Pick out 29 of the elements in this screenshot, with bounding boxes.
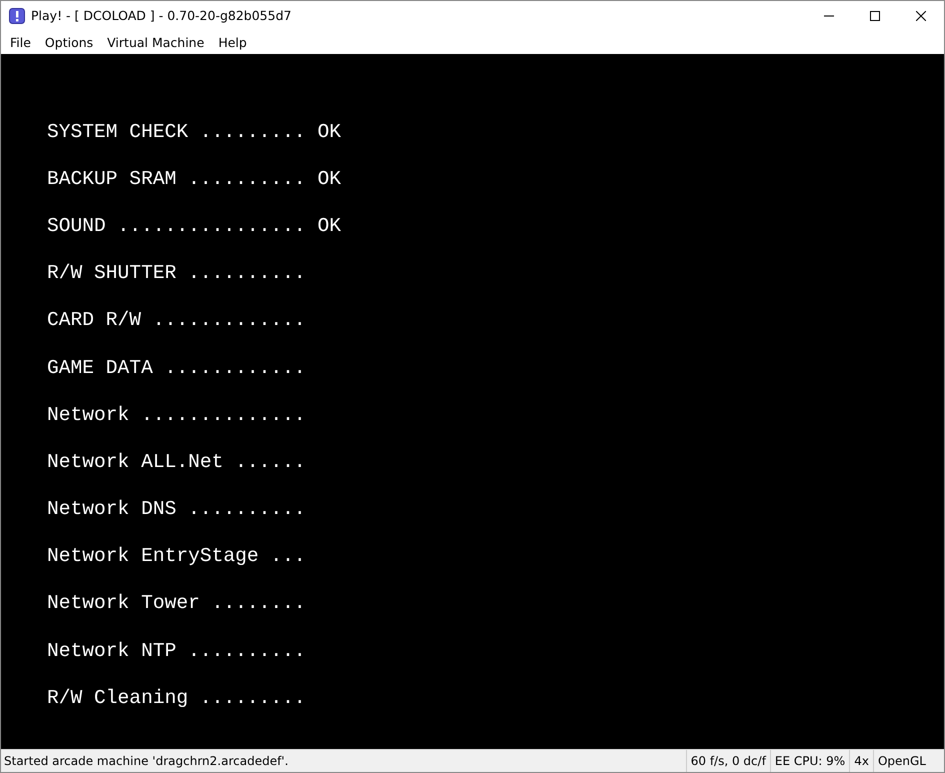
window-title: Play! - [ DCOLOAD ] - 0.70-20-g82b055d7	[31, 8, 292, 23]
status-panel: OpenGL	[872, 750, 930, 772]
check-result: OK	[317, 168, 342, 190]
check-label: R/W Cleaning .........	[47, 686, 306, 709]
menu-item[interactable]: Help	[211, 34, 254, 50]
status-panel: 4x	[849, 750, 873, 772]
menu-item[interactable]: Virtual Machine	[100, 34, 212, 50]
check-label: BACKUP SRAM ..........	[47, 168, 306, 190]
check-label: CARD R/W .............	[47, 309, 306, 332]
check-label: Network DNS ..........	[47, 498, 306, 520]
check-label: Network NTP ..........	[47, 640, 306, 662]
menu-item[interactable]: File	[3, 34, 38, 50]
check-label: SOUND ................	[47, 214, 306, 237]
check-label: Network ..............	[47, 404, 306, 426]
status-message: Started arcade machine 'dragchrn2.arcadedef'.	[3, 753, 290, 770]
check-label: GAME DATA ............	[47, 356, 306, 379]
check-result: OK	[317, 120, 342, 143]
check-label: Network EntryStage ...	[47, 545, 306, 568]
status-panel: EE CPU: 9%	[770, 750, 850, 772]
status-panel: 60 f/s, 0 dc/f	[686, 750, 770, 772]
check-label: R/W SHUTTER ..........	[47, 262, 306, 284]
check-label: Network ALL.Net ......	[47, 450, 306, 473]
maximize-icon	[870, 10, 880, 20]
menu-item[interactable]: Options	[38, 34, 100, 50]
check-result: OK	[317, 214, 342, 237]
check-label: Network Tower ........	[47, 592, 306, 614]
close-icon	[916, 10, 926, 20]
app-icon	[9, 8, 25, 24]
check-label: SYSTEM CHECK .........	[47, 120, 306, 143]
